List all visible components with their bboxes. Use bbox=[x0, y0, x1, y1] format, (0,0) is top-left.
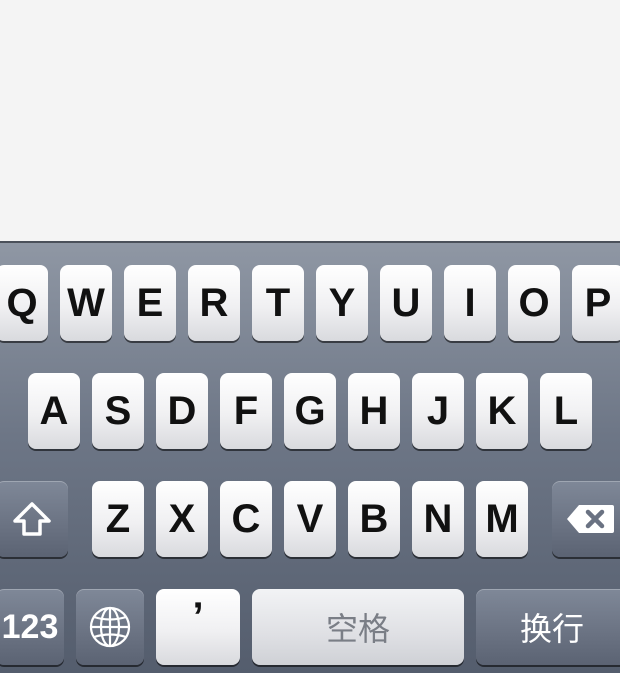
shift-key[interactable] bbox=[0, 481, 68, 557]
key-b[interactable]: B bbox=[348, 481, 400, 557]
key-h[interactable]: H bbox=[348, 373, 400, 449]
key-f[interactable]: F bbox=[220, 373, 272, 449]
key-t[interactable]: T bbox=[252, 265, 304, 341]
key-k[interactable]: K bbox=[476, 373, 528, 449]
apostrophe-key[interactable]: ’ bbox=[156, 589, 240, 665]
key-o[interactable]: O bbox=[508, 265, 560, 341]
numbers-key[interactable]: 123 bbox=[0, 589, 64, 665]
return-key[interactable]: 换行 bbox=[476, 589, 620, 665]
key-s[interactable]: S bbox=[92, 373, 144, 449]
text-content-area[interactable] bbox=[0, 0, 620, 241]
key-n[interactable]: N bbox=[412, 481, 464, 557]
key-v[interactable]: V bbox=[284, 481, 336, 557]
key-c[interactable]: C bbox=[220, 481, 272, 557]
globe-key[interactable] bbox=[76, 589, 144, 665]
backspace-icon bbox=[565, 503, 615, 535]
keyboard-row-1: Q W E R T Y U I O P bbox=[0, 265, 620, 341]
key-z[interactable]: Z bbox=[92, 481, 144, 557]
onscreen-keyboard: Q W E R T Y U I O P A S D F G H J K L Z … bbox=[0, 241, 620, 673]
keyboard-row-4: 123 ’ 空格 换行 bbox=[0, 589, 620, 665]
shift-arrow-icon bbox=[12, 501, 52, 537]
key-a[interactable]: A bbox=[28, 373, 80, 449]
keyboard-row-2: A S D F G H J K L bbox=[0, 373, 620, 449]
key-p[interactable]: P bbox=[572, 265, 620, 341]
key-u[interactable]: U bbox=[380, 265, 432, 341]
key-l[interactable]: L bbox=[540, 373, 592, 449]
key-g[interactable]: G bbox=[284, 373, 336, 449]
key-d[interactable]: D bbox=[156, 373, 208, 449]
delete-key[interactable] bbox=[552, 481, 620, 557]
keyboard-row-3: Z X C V B N M bbox=[0, 481, 620, 557]
space-key[interactable]: 空格 bbox=[252, 589, 464, 665]
key-i[interactable]: I bbox=[444, 265, 496, 341]
key-w[interactable]: W bbox=[60, 265, 112, 341]
key-x[interactable]: X bbox=[156, 481, 208, 557]
key-m[interactable]: M bbox=[476, 481, 528, 557]
key-e[interactable]: E bbox=[124, 265, 176, 341]
key-j[interactable]: J bbox=[412, 373, 464, 449]
key-q[interactable]: Q bbox=[0, 265, 48, 341]
globe-icon bbox=[88, 605, 132, 649]
key-y[interactable]: Y bbox=[316, 265, 368, 341]
key-r[interactable]: R bbox=[188, 265, 240, 341]
